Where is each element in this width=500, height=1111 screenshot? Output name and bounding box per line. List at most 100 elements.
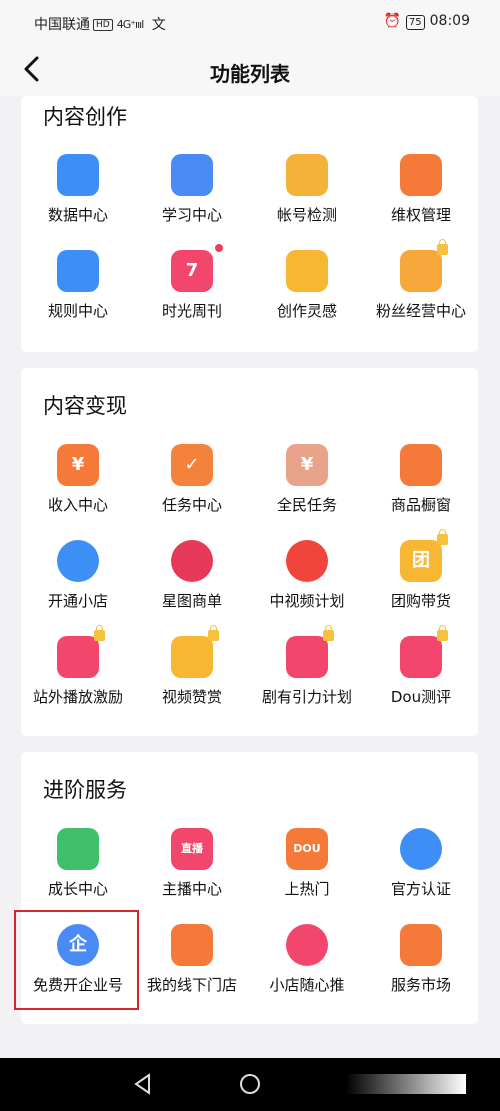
feature-item[interactable]: 站外播放激励	[18, 625, 138, 716]
feature-label: 视频赞赏	[161, 688, 222, 706]
task-calendar-icon: ✓	[171, 444, 213, 486]
gift-icon	[400, 636, 442, 678]
feature-label: 主播中心	[161, 880, 222, 898]
tv-reward-icon	[286, 636, 328, 678]
section-title: 内容变现	[43, 394, 127, 418]
feature-item[interactable]: 学习中心	[132, 154, 252, 234]
feature-item[interactable]: 规则中心	[18, 250, 138, 330]
boost-icon	[286, 924, 328, 966]
icon-glyph: ✓	[184, 454, 200, 475]
feature-item[interactable]: Dou测评	[361, 625, 481, 716]
feature-label: 数据中心	[47, 206, 108, 224]
feature-item[interactable]: 商品橱窗	[361, 444, 481, 524]
rule-book-icon	[57, 250, 99, 292]
signal-icon: 4G⁺ıııl	[116, 18, 145, 31]
feature-label: 星图商单	[161, 592, 222, 610]
feature-item[interactable]: ¥ 全民任务	[247, 444, 367, 524]
feature-item[interactable]: 服务市场	[361, 924, 481, 1004]
feature-item[interactable]: 我的线下门店	[132, 924, 252, 1004]
status-bar: 中国联通 HD 4G⁺ıııl 文 ⏰ 75 08:09	[0, 0, 500, 46]
shop-icon	[57, 540, 99, 582]
play-reward-icon	[57, 636, 99, 678]
clock: 08:09	[429, 13, 470, 29]
feature-label: Dou测评	[390, 688, 452, 706]
feature-label: 团购带货	[390, 592, 451, 610]
lock-icon	[437, 239, 448, 255]
feature-item[interactable]: 中视频计划	[247, 540, 367, 620]
feature-item[interactable]: ✓ 任务中心	[132, 444, 252, 524]
dou-icon: DOU	[286, 828, 328, 870]
lightbulb-icon	[286, 250, 328, 292]
alarm-icon: ⏰	[383, 13, 401, 29]
feature-label: 服务市场	[390, 976, 451, 994]
feature-item[interactable]: 创作灵感	[247, 250, 367, 330]
feature-label: 小店随心推	[269, 976, 345, 994]
system-navigation-bar	[0, 1058, 500, 1111]
umbrella-icon	[400, 154, 442, 196]
lock-icon	[323, 625, 334, 641]
graduation-cap-icon	[171, 154, 213, 196]
feature-label: 维权管理	[390, 206, 451, 224]
feature-item[interactable]: 成长中心	[18, 828, 138, 908]
feature-item[interactable]: 小店随心推	[247, 924, 367, 1004]
feature-item[interactable]: 剧有引力计划	[247, 625, 367, 716]
icon-glyph: DOU	[293, 842, 321, 855]
icon-glyph: ¥	[300, 454, 314, 475]
shield-check-icon	[400, 828, 442, 870]
feature-item[interactable]: 官方认证	[361, 828, 481, 908]
heart-gear-icon	[400, 250, 442, 292]
feature-item[interactable]: 帐号检测	[247, 154, 367, 234]
music-coin-icon	[171, 636, 213, 678]
feature-label: 官方认证	[390, 880, 451, 898]
section-content-creation: 内容创作 数据中心 学习中心 帐号检测 维权管理规则中心 7 时光周刊 创作灵感 粉丝经营中心	[21, 96, 478, 352]
yuan-cards-icon: ¥	[286, 444, 328, 486]
home-circle-icon[interactable]	[238, 1072, 262, 1096]
section-monetization: 内容变现 ¥ 收入中心 ✓ 任务中心 ¥ 全民任务 商品橱窗 开通小店 星图商单 中视频计划团团购…	[21, 368, 478, 736]
feature-label: 成长中心	[47, 880, 108, 898]
lock-icon	[437, 529, 448, 545]
lock-icon	[437, 625, 448, 641]
service-market-icon	[400, 924, 442, 966]
battery-icon: 75	[405, 15, 425, 30]
notification-dot	[215, 244, 223, 252]
hd-badge: HD	[93, 19, 113, 31]
play-icon	[286, 540, 328, 582]
feature-label: 开通小店	[47, 592, 108, 610]
feature-label: 中视频计划	[269, 592, 345, 610]
feature-item[interactable]: 维权管理	[361, 154, 481, 234]
feature-label: 剧有引力计划	[261, 688, 352, 706]
user-search-icon	[286, 154, 328, 196]
shopping-cart-icon	[400, 444, 442, 486]
feature-item[interactable]: 直播 主播中心	[132, 828, 252, 908]
feature-item[interactable]: 星图商单	[132, 540, 252, 620]
group-buy-icon: 团	[400, 540, 442, 582]
navigation-bar: 功能列表	[0, 46, 500, 96]
section-title: 进阶服务	[43, 778, 127, 802]
feature-label: 收入中心	[47, 496, 108, 514]
feature-label: 时光周刊	[161, 302, 222, 320]
feature-label: 站外播放激励	[32, 688, 123, 706]
recents-square-icon[interactable]	[346, 1074, 466, 1094]
feature-item[interactable]: 7 时光周刊	[132, 244, 252, 330]
page-title: 功能列表	[210, 62, 290, 86]
feature-label: 粉丝经营中心	[375, 302, 466, 320]
yuan-icon: ¥	[57, 444, 99, 486]
icon-glyph: 7	[185, 260, 199, 281]
feature-label: 全民任务	[276, 496, 337, 514]
lock-icon	[208, 625, 219, 641]
feature-label: 规则中心	[47, 302, 108, 320]
feature-item[interactable]: 粉丝经营中心	[361, 239, 481, 330]
feature-item[interactable]: 视频赞赏	[132, 625, 252, 716]
feature-item[interactable]: DOU 上热门	[247, 828, 367, 908]
feature-label: 商品橱窗	[390, 496, 451, 514]
feature-item[interactable]: 开通小店	[18, 540, 138, 620]
live-camera-icon: 直播	[171, 828, 213, 870]
section-title: 内容创作	[43, 105, 127, 129]
status-right: ⏰ 75 08:09	[383, 13, 470, 30]
feature-item[interactable]: ¥ 收入中心	[18, 444, 138, 524]
icon-glyph: ¥	[71, 454, 85, 475]
storefront-icon	[171, 924, 213, 966]
back-triangle-icon[interactable]	[131, 1072, 155, 1096]
feature-item[interactable]: 团团购带货	[361, 529, 481, 620]
feature-item[interactable]: 数据中心	[18, 154, 138, 234]
